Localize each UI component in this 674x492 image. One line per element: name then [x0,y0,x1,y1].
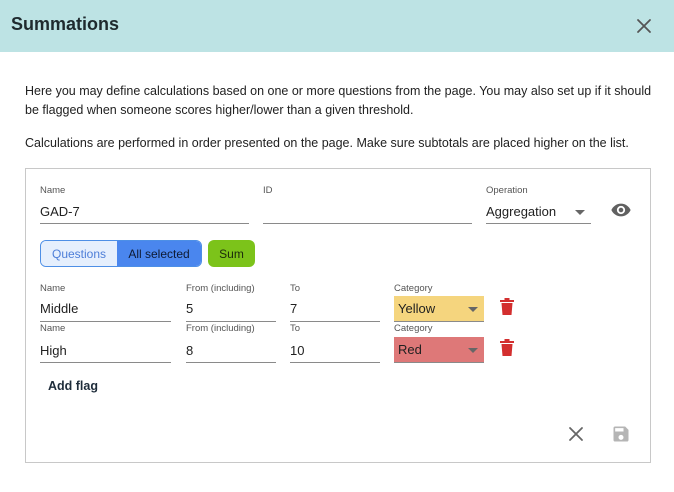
chevron-down-icon [468,307,478,312]
flag-from-value: 5 [186,301,194,316]
delete-flag-button[interactable] [500,298,514,315]
category-color-box: Yellow [394,296,484,322]
flag-category-value: Yellow [398,301,436,316]
underline [40,321,171,322]
flag-name-label: Name [40,283,66,294]
underline [290,321,380,322]
trash-icon [500,298,514,315]
trash-icon [500,339,514,356]
eye-icon [611,203,631,217]
questions-option[interactable]: Questions [41,241,117,266]
chevron-down-icon [575,210,585,215]
underline [486,223,591,224]
order-note-text: Calculations are performed in order pres… [25,136,629,150]
flag-name-field[interactable]: Name Middle [40,283,171,323]
name-label: Name [40,185,66,196]
underline [263,223,472,224]
dialog-title: Summations [11,14,120,34]
calculation-id-field[interactable]: ID [263,185,472,225]
dialog-header: Summations [0,0,674,52]
flag-to-value: 10 [290,343,305,358]
flag-category-select[interactable]: Category Red [394,323,484,363]
operation-value: Aggregation [486,204,557,219]
calculation-name-field[interactable]: Name GAD-7 [40,185,249,225]
underline [40,362,171,363]
delete-flag-button[interactable] [500,339,514,356]
flag-name-field[interactable]: Name High [40,323,171,363]
cancel-button[interactable] [566,424,586,444]
flag-category-value: Red [398,342,422,357]
visibility-toggle-button[interactable] [610,199,632,221]
flag-to-field[interactable]: To 10 [290,323,380,363]
calculation-panel: Name GAD-7 ID Operation Aggregation Ques… [25,168,651,463]
sum-button[interactable]: Sum [208,240,255,267]
close-dialog-button[interactable] [632,14,656,38]
flag-category-select[interactable]: Category Yellow [394,283,484,323]
add-flag-button[interactable]: Add flag [48,379,98,393]
close-icon [637,19,651,33]
underline [186,362,276,363]
flag-category-label: Category [394,323,433,334]
flag-category-label: Category [394,283,433,294]
flag-from-label: From (including) [186,323,255,334]
flag-to-value: 7 [290,301,298,316]
underline [40,223,249,224]
flag-to-label: To [290,283,301,294]
name-value: GAD-7 [40,204,80,219]
question-scope-toggle: Questions All selected [40,240,202,267]
category-color-box: Red [394,337,484,363]
close-icon [569,427,583,441]
id-label: ID [263,185,273,196]
chevron-down-icon [468,348,478,353]
flag-name-label: Name [40,323,66,334]
all-selected-option[interactable]: All selected [117,241,201,266]
flag-from-label: From (including) [186,283,255,294]
flag-to-label: To [290,323,301,334]
flag-from-field[interactable]: From (including) 5 [186,283,276,323]
operation-select[interactable]: Operation Aggregation [486,185,591,225]
flag-name-value: Middle [40,301,79,316]
save-button[interactable] [611,424,631,444]
underline [186,321,276,322]
underline [290,362,380,363]
description-text: Here you may define calculations based o… [25,84,652,117]
flag-from-value: 8 [186,343,194,358]
flag-name-value: High [40,343,67,358]
flag-to-field[interactable]: To 7 [290,283,380,323]
operation-label: Operation [486,185,528,196]
flag-from-field[interactable]: From (including) 8 [186,323,276,363]
save-icon [613,426,629,442]
